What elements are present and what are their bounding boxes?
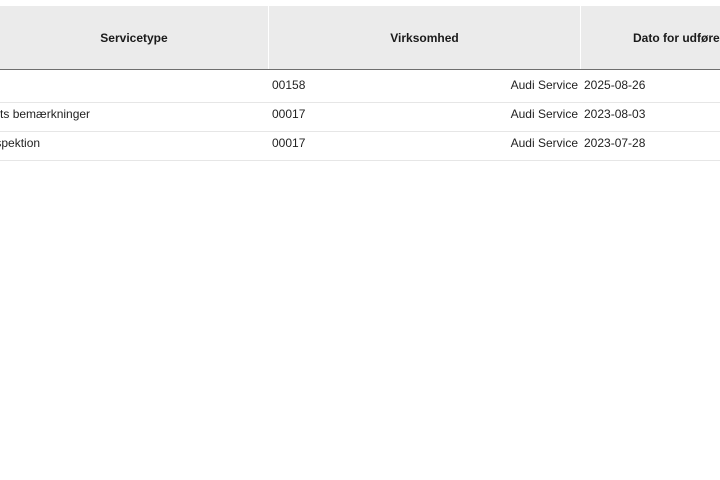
- cell-code: 00017: [272, 136, 306, 150]
- cell-virksomhed: Audi Service: [510, 136, 578, 150]
- table-row[interactable]: sinspektion 00017 Audi Service 2023-07-2…: [0, 132, 720, 161]
- cell-code: 00158: [272, 78, 306, 92]
- cell-virksomhed: Audi Service: [510, 107, 578, 121]
- cell-servicetype: edets bemærkninger: [0, 103, 266, 131]
- table-row[interactable]: edets bemærkninger 00017 Audi Service 20…: [0, 103, 720, 132]
- column-header-virksomhed[interactable]: Virksomhed: [269, 6, 580, 69]
- column-header-servicetype[interactable]: Servicetype: [0, 6, 268, 69]
- cell-servicetype-text: sinspektion: [0, 136, 41, 150]
- table-header: Servicetype Virksomhed Dato for udførel: [0, 6, 720, 70]
- cell-dato: 2023-07-28: [584, 136, 646, 150]
- cell-code: 00017: [272, 107, 306, 121]
- table-row[interactable]: n 00158 Audi Service 2025-08-26: [0, 70, 720, 103]
- cell-dato: 2025-08-26: [584, 78, 646, 92]
- cell-dato: 2023-08-03: [584, 107, 646, 121]
- column-header-dato[interactable]: Dato for udførel: [581, 6, 720, 69]
- cell-servicetype-text: edets bemærkninger: [0, 107, 91, 121]
- cell-servicetype: n: [0, 70, 266, 102]
- cell-servicetype: sinspektion: [0, 132, 266, 160]
- table-body: n 00158 Audi Service 2025-08-26 edets be…: [0, 70, 720, 161]
- service-history-view: Servicetype Virksomhed Dato for udførel …: [0, 0, 720, 480]
- cell-virksomhed: Audi Service: [510, 78, 578, 92]
